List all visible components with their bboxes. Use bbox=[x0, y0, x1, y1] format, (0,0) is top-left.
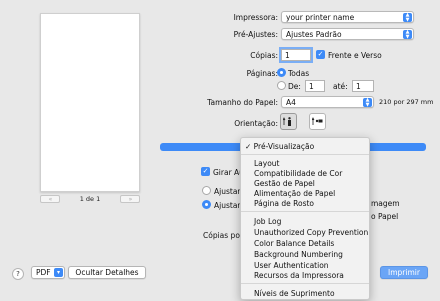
printer-label: Impressora: bbox=[233, 13, 278, 22]
pages-range-radio[interactable] bbox=[277, 81, 286, 90]
fit-right-text-2: o Papel bbox=[371, 212, 399, 221]
fit-radio-2[interactable] bbox=[202, 200, 211, 209]
page-indicator: 1 de 1 bbox=[79, 195, 101, 203]
fit-radio-1[interactable] bbox=[202, 186, 211, 195]
presets-value: Ajustes Padrão bbox=[286, 29, 342, 39]
menu-item-background-numbering[interactable]: Background Numbering bbox=[254, 250, 343, 259]
pages-to-input[interactable]: 1 bbox=[352, 80, 374, 92]
auto-rotate-checkbox[interactable]: ✓ bbox=[201, 167, 210, 176]
help-button[interactable]: ? bbox=[12, 268, 24, 280]
print-button[interactable]: Imprimir bbox=[380, 266, 428, 279]
preview-pager: « 1 de 1 » bbox=[40, 194, 140, 204]
pages-to-label: até: bbox=[333, 82, 348, 91]
landscape-orientation-icon bbox=[312, 117, 323, 125]
double-chevron-left-icon: « bbox=[48, 195, 53, 203]
pages-from-label: De: bbox=[288, 82, 301, 91]
updown-arrows-icon: ▲ ▼ bbox=[403, 30, 412, 39]
paper-dimensions: 210 por 297 mm bbox=[379, 98, 434, 106]
menu-item-paper-feed[interactable]: Alimentação de Papel bbox=[254, 189, 335, 198]
pdf-menu-button[interactable]: PDF ▾ bbox=[31, 266, 65, 279]
chevron-down-icon: ▾ bbox=[54, 268, 63, 277]
paper-size-select[interactable]: A4 ▲ ▼ bbox=[281, 96, 374, 108]
two-sided-checkbox[interactable]: ✓ bbox=[316, 50, 325, 59]
pages-all-radio[interactable] bbox=[277, 68, 286, 77]
menu-separator bbox=[241, 154, 369, 155]
double-chevron-right-icon: » bbox=[128, 195, 133, 203]
menu-item-paper-handling[interactable]: Gestão de Papel bbox=[254, 179, 315, 188]
copies-per-label: Cópias por bbox=[203, 231, 243, 240]
menu-item-color-matching[interactable]: Compatibilidade de Cor bbox=[254, 169, 342, 178]
pdf-label: PDF bbox=[36, 268, 51, 277]
fit-label-2: Ajustar bbox=[214, 201, 241, 210]
fit-right-text-1: magem bbox=[371, 199, 400, 208]
updown-arrows-icon: ▲ ▼ bbox=[363, 98, 372, 107]
printer-select[interactable]: your printer name ▲ ▼ bbox=[281, 11, 414, 23]
menu-item-unauthorized-copy-prevention[interactable]: Unauthorized Copy Prevention bbox=[254, 228, 368, 237]
orientation-label: Orientação: bbox=[234, 119, 278, 128]
question-mark-icon: ? bbox=[16, 270, 20, 278]
printer-value: your printer name bbox=[286, 12, 355, 22]
menu-separator bbox=[241, 211, 369, 212]
fit-label-1: Ajustar bbox=[214, 187, 241, 196]
menu-separator bbox=[241, 283, 369, 284]
landscape-orientation-button[interactable] bbox=[309, 113, 326, 130]
two-sided-label: Frente e Verso bbox=[328, 51, 382, 60]
section-menu: ✓ Pré-Visualização Layout Compatibilidad… bbox=[240, 137, 370, 300]
copies-label: Cópias: bbox=[250, 51, 278, 60]
menu-item-cover-page[interactable]: Página de Rosto bbox=[254, 199, 314, 208]
print-preview-page bbox=[40, 13, 140, 192]
menu-item-preview[interactable]: ✓ Pré-Visualização bbox=[245, 142, 314, 151]
previous-page-button[interactable]: « bbox=[40, 195, 60, 203]
menu-item-layout[interactable]: Layout bbox=[254, 159, 280, 168]
next-page-button[interactable]: » bbox=[120, 195, 140, 203]
menu-item-color-balance-details[interactable]: Color Balance Details bbox=[254, 239, 334, 248]
paper-size-value: A4 bbox=[286, 97, 296, 107]
paper-size-label: Tamanho do Papel: bbox=[207, 98, 278, 107]
copies-input[interactable]: 1 bbox=[279, 47, 313, 63]
pages-all-label: Todas bbox=[288, 69, 310, 78]
menu-item-supply-levels[interactable]: Níveis de Suprimento bbox=[254, 289, 335, 298]
pages-label: Páginas: bbox=[246, 69, 278, 78]
presets-label: Pré-Ajustes: bbox=[233, 30, 278, 39]
pages-from-input[interactable]: 1 bbox=[305, 80, 325, 92]
updown-arrows-icon: ▲ ▼ bbox=[403, 13, 412, 22]
hide-details-button[interactable]: Ocultar Detalhes bbox=[68, 266, 146, 279]
menu-item-job-log[interactable]: Job Log bbox=[254, 217, 281, 226]
menu-item-printer-features[interactable]: Recursos da Impressora bbox=[254, 271, 344, 280]
portrait-orientation-icon bbox=[283, 117, 291, 126]
presets-select[interactable]: Ajustes Padrão ▲ ▼ bbox=[281, 28, 414, 40]
portrait-orientation-button[interactable] bbox=[280, 113, 297, 130]
menu-item-user-authentication[interactable]: User Authentication bbox=[254, 261, 329, 270]
